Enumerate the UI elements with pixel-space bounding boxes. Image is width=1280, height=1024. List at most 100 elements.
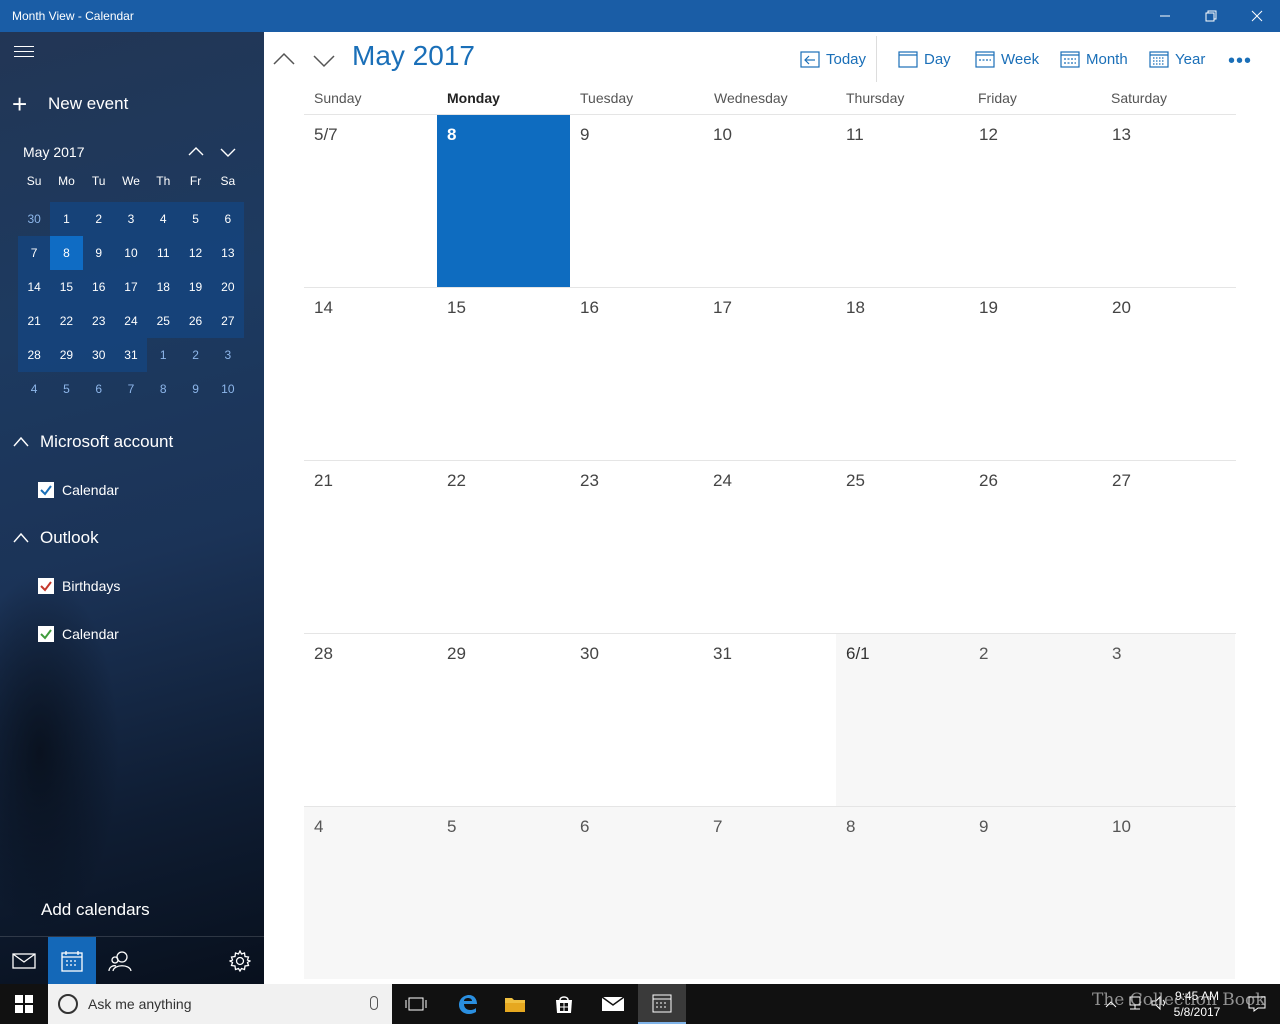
mini-day[interactable]: 18 <box>147 270 180 304</box>
day-cell[interactable]: 15 <box>437 288 570 460</box>
day-cell[interactable]: 25 <box>836 461 969 633</box>
year-view-button[interactable]: Year <box>1149 50 1205 68</box>
day-cell[interactable]: 11 <box>836 115 969 287</box>
mini-day[interactable]: 13 <box>211 236 244 270</box>
minimize-button[interactable] <box>1142 0 1188 32</box>
day-cell[interactable]: 22 <box>437 461 570 633</box>
mini-day[interactable]: 5 <box>179 202 212 236</box>
day-cell[interactable]: 10 <box>703 115 836 287</box>
mini-day[interactable]: 19 <box>179 270 212 304</box>
mini-day[interactable]: 10 <box>114 236 148 270</box>
mini-day[interactable]: 11 <box>147 236 180 270</box>
day-cell-next-month[interactable]: 6/1 <box>836 634 969 806</box>
calendar-app-button[interactable] <box>638 984 686 1024</box>
day-cell[interactable]: 5/7 <box>304 115 437 287</box>
mini-day[interactable]: 4 <box>18 372 50 406</box>
mini-day[interactable]: 4 <box>147 202 180 236</box>
mini-day[interactable]: 8 <box>147 372 179 406</box>
mini-day[interactable]: 9 <box>179 372 211 406</box>
checkbox[interactable] <box>38 482 54 498</box>
calendar-toggle-outlook-calendar[interactable]: Calendar <box>38 626 119 642</box>
settings-button[interactable] <box>216 937 264 984</box>
mini-day[interactable]: 20 <box>211 270 244 304</box>
day-cell[interactable]: 26 <box>969 461 1102 633</box>
day-cell[interactable]: 13 <box>1102 115 1235 287</box>
people-button[interactable] <box>96 937 144 984</box>
mini-day[interactable]: 24 <box>114 304 148 338</box>
task-view-button[interactable] <box>392 984 440 1024</box>
day-cell[interactable]: 12 <box>969 115 1102 287</box>
start-button[interactable] <box>0 984 48 1024</box>
more-options-button[interactable]: ••• <box>1228 50 1252 73</box>
day-cell[interactable]: 14 <box>304 288 437 460</box>
day-cell[interactable]: 18 <box>836 288 969 460</box>
day-cell[interactable]: 28 <box>304 634 437 806</box>
mini-day[interactable]: 21 <box>18 304 51 338</box>
day-cell-next-month[interactable]: 8 <box>836 807 969 979</box>
mini-day[interactable]: 9 <box>82 236 115 270</box>
mini-day[interactable]: 14 <box>18 270 51 304</box>
mini-calendar-month[interactable]: May 2017 <box>23 144 84 160</box>
day-cell[interactable]: 21 <box>304 461 437 633</box>
mini-day[interactable]: 29 <box>50 338 83 372</box>
mini-day[interactable]: 2 <box>82 202 115 236</box>
day-cell-next-month[interactable]: 6 <box>570 807 703 979</box>
day-cell-next-month[interactable]: 3 <box>1102 634 1235 806</box>
day-cell[interactable]: 24 <box>703 461 836 633</box>
day-cell[interactable]: 19 <box>969 288 1102 460</box>
file-explorer-button[interactable] <box>491 984 539 1024</box>
mini-day[interactable]: 1 <box>147 338 179 372</box>
day-cell[interactable]: 31 <box>703 634 836 806</box>
mini-day[interactable]: 26 <box>179 304 212 338</box>
close-button[interactable] <box>1234 0 1280 32</box>
mail-app-button[interactable] <box>589 984 637 1024</box>
day-cell-today[interactable]: 8 <box>437 115 570 287</box>
mini-day[interactable]: 3 <box>212 338 244 372</box>
mini-day[interactable]: 22 <box>50 304 83 338</box>
mini-day[interactable]: 6 <box>83 372 115 406</box>
mini-day[interactable]: 12 <box>179 236 212 270</box>
restore-button[interactable] <box>1188 0 1234 32</box>
mini-day[interactable]: 5 <box>50 372 82 406</box>
day-cell-next-month[interactable]: 4 <box>304 807 437 979</box>
day-cell[interactable]: 23 <box>570 461 703 633</box>
mini-day[interactable]: 3 <box>114 202 148 236</box>
calendar-toggle-birthdays[interactable]: Birthdays <box>38 578 120 594</box>
day-cell[interactable]: 16 <box>570 288 703 460</box>
hamburger-menu-icon[interactable] <box>14 46 34 62</box>
day-cell[interactable]: 30 <box>570 634 703 806</box>
mini-day[interactable]: 7 <box>115 372 147 406</box>
day-cell-next-month[interactable]: 2 <box>969 634 1102 806</box>
previous-month-button[interactable] <box>270 48 298 72</box>
account-group-microsoft[interactable]: Microsoft account <box>12 432 173 452</box>
checkbox[interactable] <box>38 578 54 594</box>
add-calendars-link[interactable]: Add calendars <box>41 900 150 920</box>
checkbox[interactable] <box>38 626 54 642</box>
edge-browser-button[interactable] <box>443 984 491 1024</box>
mini-day[interactable]: 16 <box>82 270 115 304</box>
mini-day[interactable]: 31 <box>114 338 148 372</box>
mini-day[interactable]: 25 <box>147 304 180 338</box>
account-group-outlook[interactable]: Outlook <box>12 528 99 548</box>
day-cell-next-month[interactable]: 10 <box>1102 807 1235 979</box>
mini-calendar-next-button[interactable] <box>216 142 240 162</box>
mini-day[interactable]: 10 <box>212 372 244 406</box>
mini-day[interactable]: 30 <box>82 338 115 372</box>
day-cell[interactable]: 29 <box>437 634 570 806</box>
day-cell-next-month[interactable]: 5 <box>437 807 570 979</box>
new-event-button[interactable]: + New event <box>12 91 128 117</box>
mini-day[interactable]: 27 <box>211 304 244 338</box>
microphone-icon[interactable] <box>370 996 378 1010</box>
taskbar-search[interactable]: Ask me anything <box>48 984 392 1024</box>
next-month-button[interactable] <box>310 48 338 72</box>
mini-day[interactable]: 17 <box>114 270 148 304</box>
day-cell[interactable]: 9 <box>570 115 703 287</box>
month-view-button[interactable]: Month <box>1060 50 1128 68</box>
today-button[interactable]: Today <box>800 50 866 68</box>
mini-day[interactable]: 1 <box>50 202 83 236</box>
store-button[interactable] <box>540 984 588 1024</box>
mini-day[interactable]: 2 <box>179 338 211 372</box>
mini-day-selected[interactable]: 8 <box>50 236 83 270</box>
mail-button[interactable] <box>0 937 48 984</box>
day-cell[interactable]: 27 <box>1102 461 1235 633</box>
